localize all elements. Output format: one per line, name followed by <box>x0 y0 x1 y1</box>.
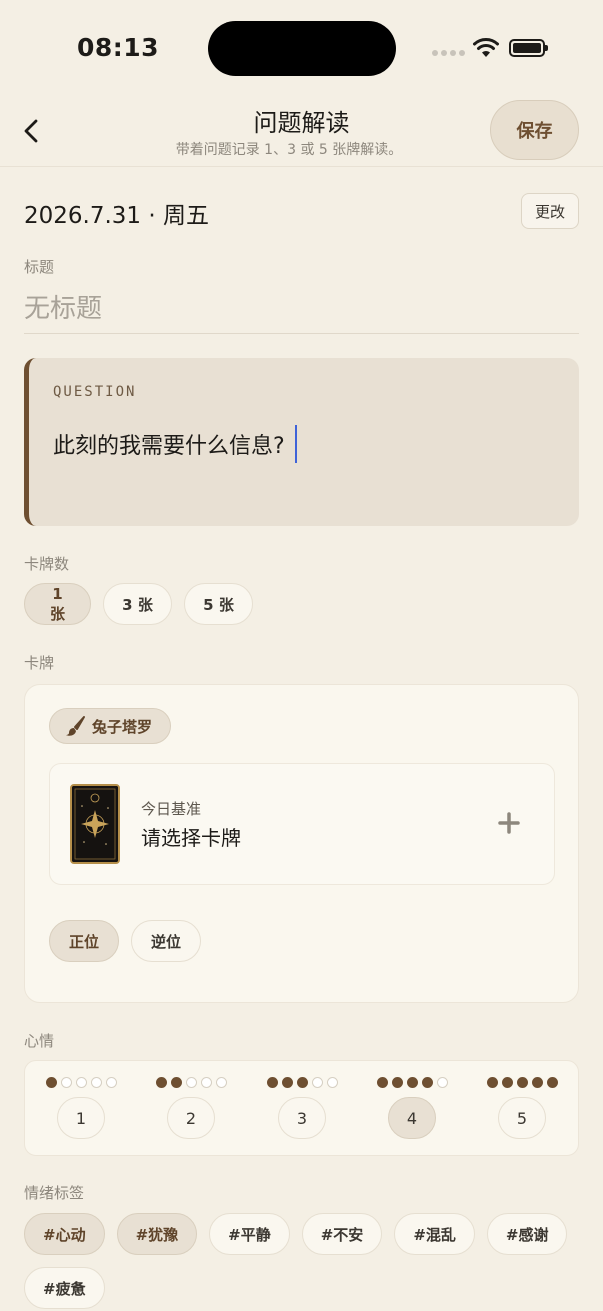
mood-panel: 1 2 3 4 5 <box>24 1060 579 1156</box>
mood-dot <box>516 1077 528 1088</box>
dynamic-island <box>208 21 396 76</box>
question-text: 此刻的我需要什么信息? <box>53 434 285 459</box>
mood-dot <box>266 1077 278 1088</box>
wifi-icon <box>473 38 499 57</box>
mood-button-2[interactable]: 2 <box>167 1097 215 1139</box>
title-label: 标题 <box>24 258 55 276</box>
mood-dot <box>421 1077 433 1088</box>
mood-dot <box>75 1077 87 1088</box>
mood-dot <box>105 1077 117 1088</box>
card-count-3[interactable]: 3 张 <box>103 583 172 625</box>
mood-dots <box>376 1077 448 1089</box>
status-time: 08:13 <box>77 33 160 62</box>
cellular-signal-icon <box>432 50 465 56</box>
mood-option-1[interactable]: 1 <box>41 1077 121 1139</box>
mood-dots <box>486 1077 558 1089</box>
mood-button-3[interactable]: 3 <box>278 1097 326 1139</box>
entry-date: 2026.7.31 · 周五 <box>24 203 209 229</box>
mood-dot <box>60 1077 72 1088</box>
emotion-tag[interactable]: #犹豫 <box>116 1213 198 1255</box>
emotion-tag[interactable]: #混乱 <box>394 1213 475 1255</box>
orientation-upright[interactable]: 正位 <box>49 920 119 962</box>
add-card-icon[interactable] <box>494 808 524 838</box>
change-date-button[interactable]: 更改 <box>521 193 579 229</box>
card-count-label: 卡牌数 <box>24 555 70 573</box>
mood-dot <box>185 1077 197 1088</box>
mood-option-2[interactable]: 2 <box>151 1077 231 1139</box>
mood-option-4[interactable]: 4 <box>372 1077 452 1139</box>
paintbrush-icon <box>66 716 85 736</box>
mood-dot <box>296 1077 308 1088</box>
question-text-wrap[interactable]: 此刻的我需要什么信息? <box>53 425 297 463</box>
mood-button-1[interactable]: 1 <box>57 1097 105 1139</box>
mood-dot <box>391 1077 403 1088</box>
cards-label: 卡牌 <box>24 654 55 672</box>
mood-dot <box>200 1077 212 1088</box>
mood-dot <box>215 1077 227 1088</box>
mood-dot <box>486 1077 498 1088</box>
mood-dot <box>546 1077 558 1088</box>
question-card[interactable]: QUESTION 此刻的我需要什么信息? <box>24 358 579 526</box>
mood-dot <box>155 1077 167 1088</box>
mood-button-4[interactable]: 4 <box>388 1097 436 1139</box>
title-input[interactable] <box>24 284 579 334</box>
emotion-tag[interactable]: #感谢 <box>486 1213 568 1255</box>
page-subtitle: 带着问题记录 1、3 或 5 张牌解读。 <box>175 142 403 158</box>
emotion-tag[interactable]: #疲惫 <box>24 1267 105 1309</box>
mood-dots <box>266 1077 338 1089</box>
mood-dot <box>436 1077 448 1088</box>
slot-prompt: 请选择卡牌 <box>141 826 241 850</box>
mood-dots <box>155 1077 227 1089</box>
question-tag: QUESTION <box>53 384 137 400</box>
cards-panel: 兔子塔罗 今日基准 请选择卡牌 正位 逆位 <box>24 684 579 1003</box>
mood-dot <box>326 1077 338 1088</box>
mood-dot <box>531 1077 543 1088</box>
mood-dot <box>376 1077 388 1088</box>
mood-option-5[interactable]: 5 <box>482 1077 562 1139</box>
save-button[interactable]: 保存 <box>490 100 579 160</box>
battery-icon <box>509 39 548 57</box>
card-count-1[interactable]: 1 张 <box>24 583 91 625</box>
tarot-card-back-icon <box>70 784 120 864</box>
nav-header: 问题解读 带着问题记录 1、3 或 5 张牌解读。 保存 <box>0 95 603 167</box>
emotion-tag[interactable]: #不安 <box>301 1213 383 1255</box>
orientation-reversed[interactable]: 逆位 <box>131 920 201 962</box>
emotion-tags-label: 情绪标签 <box>24 1184 85 1202</box>
mood-dot <box>45 1077 57 1088</box>
mood-dot <box>311 1077 323 1088</box>
mood-dot <box>406 1077 418 1088</box>
card-count-5[interactable]: 5 张 <box>184 583 253 625</box>
mood-dot <box>170 1077 182 1088</box>
card-slot[interactable]: 今日基准 请选择卡牌 <box>49 763 555 885</box>
slot-position-label: 今日基准 <box>141 800 202 818</box>
emotion-tag[interactable]: #平静 <box>209 1213 290 1255</box>
emotion-tag[interactable]: #心动 <box>24 1213 105 1255</box>
mood-dots <box>45 1077 117 1089</box>
deck-selector[interactable]: 兔子塔罗 <box>49 708 172 744</box>
mood-dot <box>90 1077 102 1088</box>
mood-dot <box>501 1077 513 1088</box>
card-count-options: 1 张 3 张 5 张 <box>24 583 253 625</box>
text-caret <box>294 425 297 463</box>
mood-button-5[interactable]: 5 <box>498 1097 546 1139</box>
emotion-tags: #心动 #犹豫 #平静 #不安 #混乱 #感谢 #疲惫 <box>24 1213 584 1309</box>
orientation-options: 正位 逆位 <box>49 920 201 962</box>
mood-dot <box>281 1077 293 1088</box>
deck-name: 兔子塔罗 <box>92 717 153 736</box>
status-bar: 08:13 <box>0 0 603 95</box>
mood-option-3[interactable]: 3 <box>262 1077 342 1139</box>
mood-label: 心情 <box>24 1032 55 1050</box>
